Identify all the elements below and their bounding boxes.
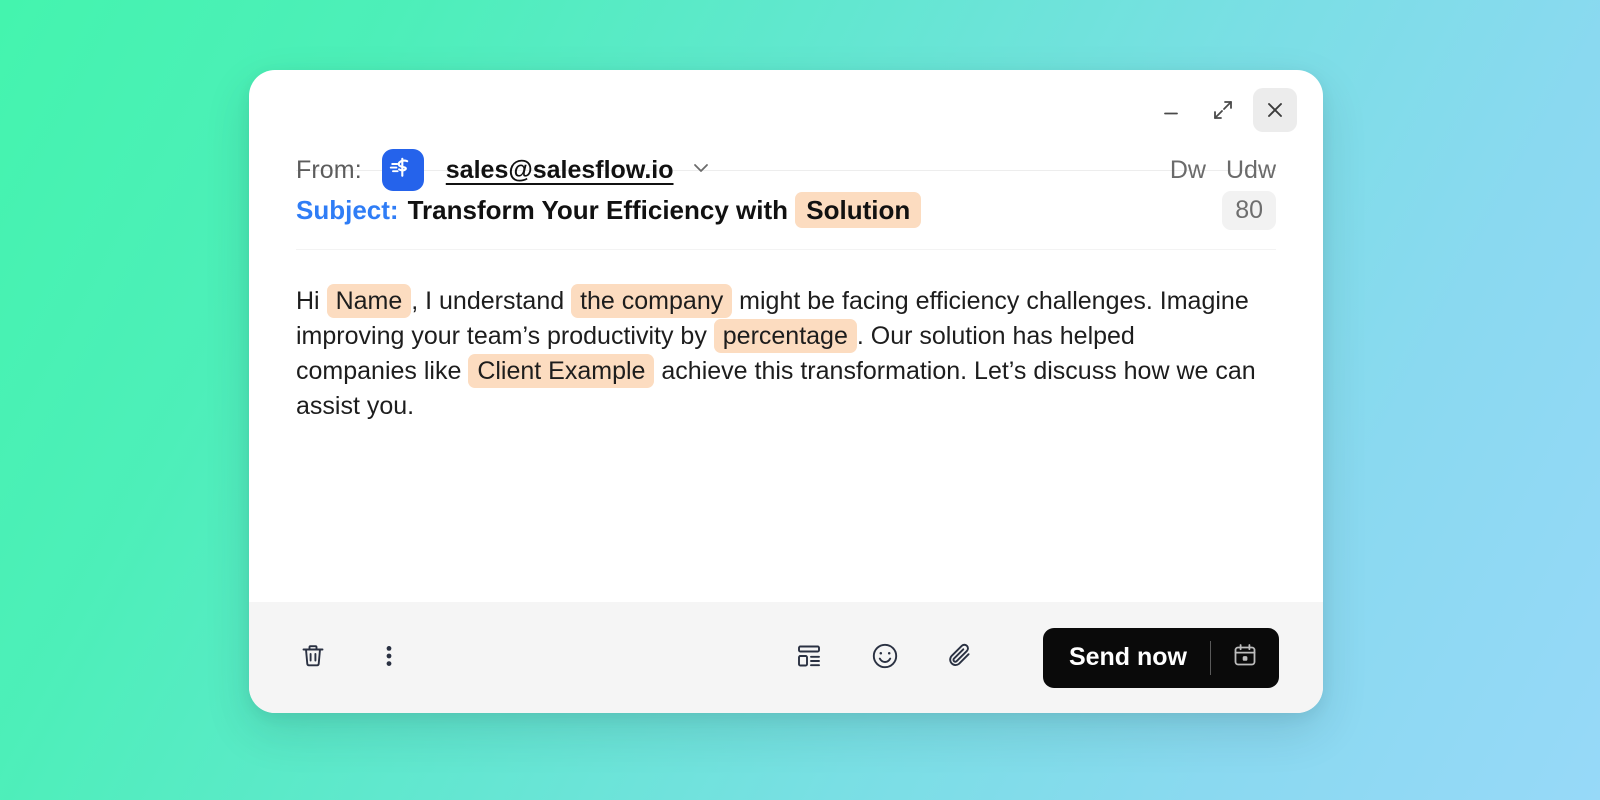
more-options-button[interactable]: [369, 638, 409, 678]
subject-row: Subject: Transform Your Efficiency with …: [296, 171, 1276, 250]
body-text-2: , I understand: [411, 287, 572, 315]
email-body-editor[interactable]: Hi Name, I understand the company might …: [296, 250, 1276, 602]
body-variable-percentage[interactable]: percentage: [713, 319, 857, 353]
trash-icon: [297, 640, 329, 675]
insert-emoji-button[interactable]: [865, 638, 905, 678]
compose-email-card: From: sales@salesflow.io Dw Udw Subject:…: [249, 70, 1323, 713]
insert-template-button[interactable]: [789, 638, 829, 678]
body-variable-name[interactable]: Name: [326, 284, 412, 318]
expand-icon: [1211, 98, 1235, 122]
attach-file-button[interactable]: [941, 638, 981, 678]
delete-draft-button[interactable]: [293, 638, 333, 678]
from-row: From: sales@salesflow.io Dw Udw: [296, 70, 1276, 191]
attachment-icon: [944, 639, 978, 676]
body-variable-company[interactable]: the company: [571, 284, 733, 318]
schedule-send-button[interactable]: [1211, 628, 1279, 688]
window-controls: [1149, 88, 1297, 132]
toolbar-left-group: [293, 638, 409, 678]
subject-label: Subject:: [296, 194, 399, 225]
subject-variable-token[interactable]: Solution: [795, 192, 922, 228]
expand-button[interactable]: [1201, 88, 1245, 132]
composer-toolbar: Send now: [249, 602, 1323, 713]
minimize-icon: [1160, 99, 1182, 121]
subject-input[interactable]: Transform Your Efficiency with Solution: [408, 192, 922, 228]
calendar-icon: [1231, 641, 1259, 674]
minimize-button[interactable]: [1149, 88, 1193, 132]
close-button[interactable]: [1253, 88, 1297, 132]
body-text-1: Hi: [296, 287, 327, 315]
subject-text-body: Transform Your Efficiency with: [407, 195, 796, 225]
template-icon: [793, 640, 825, 675]
body-variable-client-example[interactable]: Client Example: [468, 354, 655, 388]
close-icon: [1263, 98, 1287, 122]
more-options-icon: [375, 642, 403, 673]
character-count-badge: 80: [1222, 190, 1276, 230]
toolbar-right-group: Send now: [789, 627, 1279, 688]
send-now-button[interactable]: Send now: [1043, 628, 1210, 688]
email-body-paragraph: Hi Name, I understand the company might …: [296, 284, 1256, 424]
emoji-icon: [868, 639, 902, 676]
send-button-group: Send now: [1042, 627, 1279, 688]
